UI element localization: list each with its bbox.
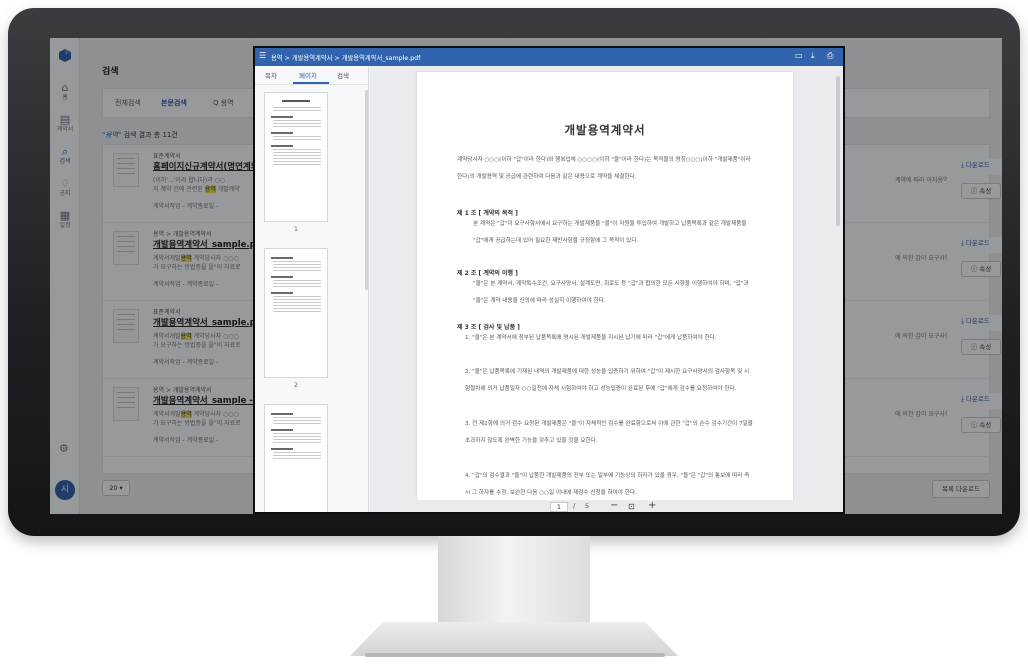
article-body: 본 계약은 "갑"이 요구사항서에서 요구하는 개발제품을 "을"이 자원을 투… <box>473 221 747 244</box>
zoom-out-button[interactable]: − <box>610 500 618 511</box>
menu-icon[interactable]: ☰ <box>259 51 266 60</box>
monitor-stand-neck <box>438 536 590 626</box>
page-number-input[interactable]: 1 <box>550 502 568 512</box>
download-icon[interactable]: ⤓ <box>811 51 815 61</box>
document-canvas: 개발용역계약서 계약당사자 ○○○(이하 "갑"이라 한다)와 행복업체 ○○○… <box>370 66 843 512</box>
side-panel-scrollbar[interactable] <box>365 90 368 290</box>
document-title: 개발용역계약서 <box>564 123 646 137</box>
viewer-side-panel: 목차 페이지 검색 1 2 <box>255 66 369 512</box>
tab-search[interactable]: 검색 <box>337 70 349 80</box>
page-thumbnail-number: 1 <box>293 225 299 233</box>
page-thumbnail-1[interactable] <box>264 92 328 222</box>
pdf-viewer-modal: ☰ 용역 > 개발용역계약서 > 개발용역계약서_sample.pdf ▭ ⤓ … <box>253 46 845 514</box>
monitor-bezel: ⌂ 홈 ▤ 계약서 ⌕ 검색 ♢ 공지 ▦ 일정 ⚙ 시 검색 전체검색 본문검… <box>8 8 1020 536</box>
page-total: 5 <box>585 502 590 510</box>
document-page: 개발용역계약서 계약당사자 ○○○(이하 "갑"이라 한다)와 행복업체 ○○○… <box>417 72 793 502</box>
viewer-header: ☰ 용역 > 개발용역계약서 > 개발용역계약서_sample.pdf ▭ ⤓ … <box>255 48 843 66</box>
tab-pages[interactable]: 페이지 <box>299 70 317 80</box>
print-icon[interactable]: ⎙ <box>827 51 833 61</box>
zoom-in-button[interactable]: + <box>648 500 656 511</box>
page-thumbnail-3[interactable] <box>264 404 328 512</box>
document-intro: 계약당사자 ○○○(이하 "갑"이라 한다)와 행복업체 ○○○○(이하 "을"… <box>457 157 751 180</box>
comment-icon[interactable]: ▭ <box>795 51 803 60</box>
breadcrumb: 용역 > 개발용역계약서 > 개발용역계약서_sample.pdf <box>271 55 421 62</box>
screen: ⌂ 홈 ▤ 계약서 ⌕ 검색 ♢ 공지 ▦ 일정 ⚙ 시 검색 전체검색 본문검… <box>50 38 1002 514</box>
fit-page-icon[interactable]: ⊡ <box>628 502 635 511</box>
document-scrollbar[interactable] <box>836 76 840 226</box>
page-thumbnail-number: 2 <box>293 381 299 389</box>
page-thumbnail-2[interactable] <box>264 248 328 378</box>
article-item: 4. "갑"의 검수결과 "을"이 납품한 개발제품의 전부 또는 일부에 기능… <box>465 473 750 496</box>
article-item: 1. "을"은 본 계약서에 첨부된 납품목록에 명시된 개발제품을 지시된 납… <box>465 335 717 341</box>
product-mockup: ⌂ 홈 ▤ 계약서 ⌕ 검색 ♢ 공지 ▦ 일정 ⚙ 시 검색 전체검색 본문검… <box>0 0 1028 666</box>
viewer-page-controls: 1 / 5 − ⊡ + <box>370 500 843 512</box>
article-item: 2. "을"은 납품목록에 기재된 내역의 개발제품에 대한 성능을 입증하기 … <box>465 369 750 392</box>
monitor-stand-base <box>350 622 678 656</box>
article-item: 3. 전 제2항에 의거 검수 요청된 개발제품은 "을"이 자체적인 검수를 … <box>465 421 753 444</box>
article-body: "을"은 본 계약서, 계약특수조건, 요구사양서, 설계도면, 회로도 등 "… <box>473 281 749 304</box>
tab-toc[interactable]: 목차 <box>265 70 277 80</box>
